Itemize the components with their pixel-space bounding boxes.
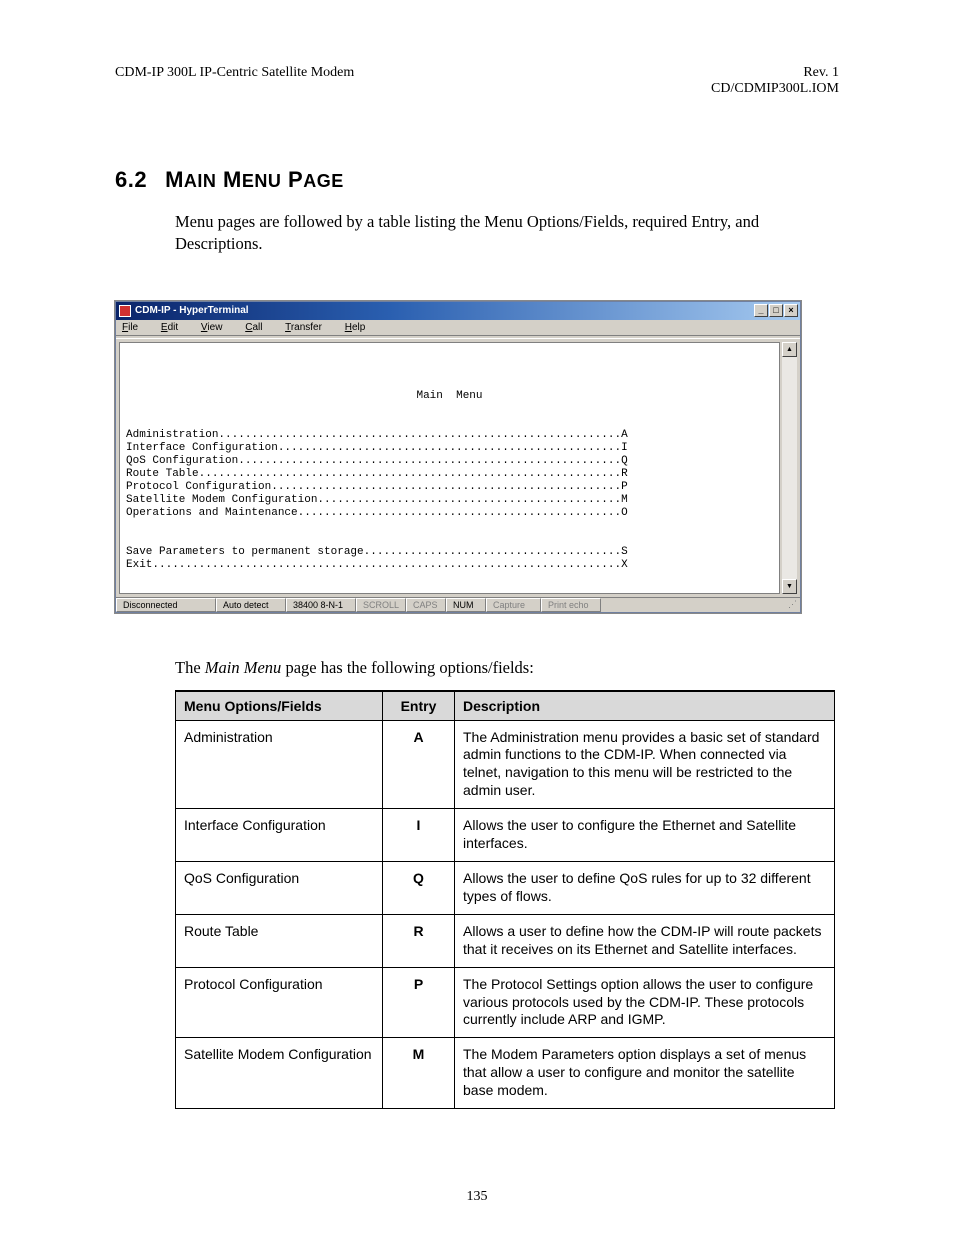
close-button[interactable]: × xyxy=(784,304,798,317)
window-title: CDM-IP - HyperTerminal xyxy=(135,305,249,316)
page-number: 135 xyxy=(0,1189,954,1205)
minimize-button[interactable]: _ xyxy=(754,304,768,317)
cell-entry: Q xyxy=(383,861,455,914)
table-header-options: Menu Options/Fields xyxy=(176,691,383,721)
scroll-down-icon[interactable]: ▼ xyxy=(782,579,797,594)
status-caps: CAPS xyxy=(406,598,446,612)
scrollbar[interactable]: ▲ ▼ xyxy=(782,342,797,594)
terminal-line: Save Parameters to permanent storage....… xyxy=(126,546,628,558)
maximize-button[interactable]: □ xyxy=(769,304,783,317)
menu-edit[interactable]: Edit xyxy=(161,322,188,333)
cell-description: Allows the user to configure the Etherne… xyxy=(455,809,835,862)
cell-description: The Modem Parameters option displays a s… xyxy=(455,1038,835,1109)
cell-description: The Administration menu provides a basic… xyxy=(455,720,835,809)
cell-entry: P xyxy=(383,967,455,1038)
cell-entry: M xyxy=(383,1038,455,1109)
terminal-content: Main Menu Administration................… xyxy=(119,342,780,594)
cell-option: Protocol Configuration xyxy=(176,967,383,1038)
terminal-title: Main Menu xyxy=(126,390,773,403)
cell-option: Satellite Modem Configuration xyxy=(176,1038,383,1109)
terminal-line: Administration..........................… xyxy=(126,429,628,441)
intro-paragraph: Menu pages are followed by a table listi… xyxy=(175,211,839,256)
table-header-entry: Entry xyxy=(383,691,455,721)
table-row: Administration A The Administration menu… xyxy=(176,720,835,809)
menu-file[interactable]: File xyxy=(122,322,148,333)
status-num: NUM xyxy=(446,598,486,612)
terminal-line: Interface Configuration.................… xyxy=(126,442,628,454)
section-number: 6.2 xyxy=(115,167,147,192)
cell-entry: I xyxy=(383,809,455,862)
table-row: Protocol Configuration P The Protocol Se… xyxy=(176,967,835,1038)
hyperterminal-window: CDM-IP - HyperTerminal _ □ × File Edit V… xyxy=(115,301,801,613)
menu-transfer[interactable]: Transfer xyxy=(285,322,332,333)
cell-option: Administration xyxy=(176,720,383,809)
status-capture: Capture xyxy=(486,598,541,612)
cell-description: Allows the user to define QoS rules for … xyxy=(455,861,835,914)
table-row: Satellite Modem Configuration M The Mode… xyxy=(176,1038,835,1109)
status-scroll: SCROLL xyxy=(356,598,406,612)
cell-description: The Protocol Settings option allows the … xyxy=(455,967,835,1038)
table-header-description: Description xyxy=(455,691,835,721)
table-row: QoS Configuration Q Allows the user to d… xyxy=(176,861,835,914)
app-icon xyxy=(119,305,131,317)
window-menubar: File Edit View Call Transfer Help xyxy=(116,320,800,335)
page-header: CDM-IP 300L IP-Centric Satellite Modem R… xyxy=(115,65,839,97)
cell-option: Interface Configuration xyxy=(176,809,383,862)
status-autodetect: Auto detect xyxy=(216,598,286,612)
table-row: Route Table R Allows a user to define ho… xyxy=(176,914,835,967)
cell-option: Route Table xyxy=(176,914,383,967)
options-table: Menu Options/Fields Entry Description Ad… xyxy=(175,690,835,1110)
cell-description: Allows a user to define how the CDM-IP w… xyxy=(455,914,835,967)
status-baud: 38400 8-N-1 xyxy=(286,598,356,612)
table-row: Interface Configuration I Allows the use… xyxy=(176,809,835,862)
menu-help[interactable]: Help xyxy=(345,322,376,333)
terminal-line: Exit....................................… xyxy=(126,559,628,571)
window-statusbar: Disconnected Auto detect 38400 8-N-1 SCR… xyxy=(116,597,800,612)
scroll-track[interactable] xyxy=(782,357,797,579)
scroll-up-icon[interactable]: ▲ xyxy=(782,342,797,357)
cell-entry: A xyxy=(383,720,455,809)
menu-call[interactable]: Call xyxy=(245,322,272,333)
terminal-line: QoS Configuration.......................… xyxy=(126,455,628,467)
section-heading: 6.2MAIN MENU PAGE xyxy=(115,167,839,193)
status-connection: Disconnected xyxy=(116,598,216,612)
status-printecho: Print echo xyxy=(541,598,601,612)
header-right: Rev. 1 CD/CDMIP300L.IOM xyxy=(711,65,839,97)
description-sentence: The Main Menu page has the following opt… xyxy=(175,658,839,678)
window-titlebar: CDM-IP - HyperTerminal _ □ × xyxy=(116,302,800,320)
terminal-line: Route Table.............................… xyxy=(126,468,628,480)
menu-view[interactable]: View xyxy=(201,322,233,333)
resize-grip-icon[interactable]: ⋰ xyxy=(782,598,800,612)
terminal-line: Protocol Configuration..................… xyxy=(126,481,628,493)
cell-option: QoS Configuration xyxy=(176,861,383,914)
terminal-line: Satellite Modem Configuration...........… xyxy=(126,494,628,506)
cell-entry: R xyxy=(383,914,455,967)
header-left: CDM-IP 300L IP-Centric Satellite Modem xyxy=(115,65,354,97)
terminal-line: Operations and Maintenance..............… xyxy=(126,507,628,519)
